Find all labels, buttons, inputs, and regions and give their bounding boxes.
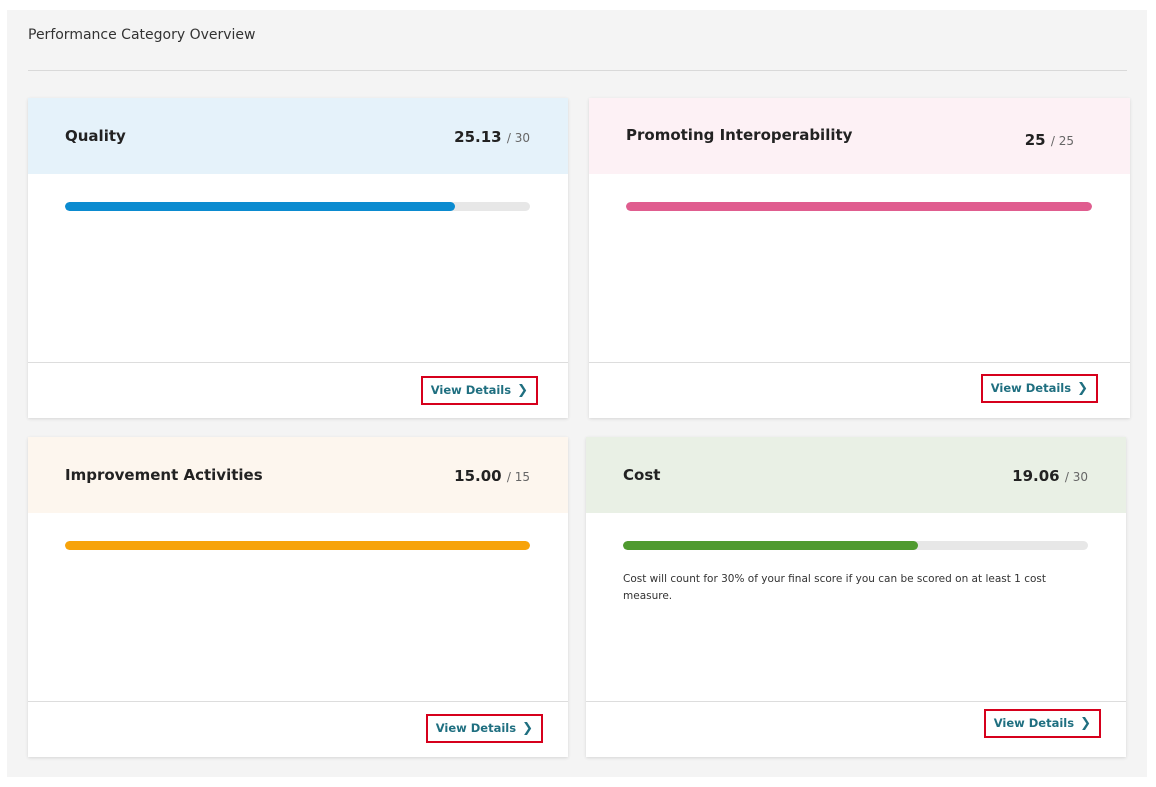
- view-details-label: View Details: [430, 383, 512, 397]
- performance-category-overview-panel: Performance Category Overview Quality 25…: [7, 10, 1147, 777]
- view-details-button[interactable]: View Details ❯: [980, 374, 1098, 403]
- cost-note: Cost will count for 30% of your final sc…: [623, 573, 1046, 602]
- panel-title: Performance Category Overview: [28, 27, 256, 43]
- score-max: / 30: [1064, 470, 1088, 484]
- chevron-right-icon: ❯: [517, 383, 528, 398]
- progress-bar-fill: [626, 202, 1092, 211]
- footer-divider: [589, 362, 1130, 363]
- score-earned: 25: [1024, 131, 1046, 149]
- footer-divider: [586, 701, 1126, 702]
- score-value: 19.06 / 30: [1012, 467, 1088, 485]
- footer-divider: [28, 362, 568, 363]
- card-title: Improvement Activities: [65, 466, 263, 484]
- progress-bar-fill: [623, 541, 919, 550]
- score-max: / 30: [506, 131, 530, 145]
- score-max: / 15: [506, 470, 530, 484]
- improvement-activities-card: Improvement Activities 15.00 / 15 View D…: [28, 437, 568, 757]
- card-header: Quality 25.13 / 30: [28, 98, 568, 174]
- card-title: Quality: [65, 127, 126, 145]
- score-earned: 25.13: [454, 128, 502, 146]
- chevron-right-icon: ❯: [522, 721, 533, 736]
- footer-divider: [28, 701, 568, 702]
- card-header: Improvement Activities 15.00 / 15: [28, 437, 568, 513]
- card-header: Cost 19.06 / 30: [586, 437, 1126, 513]
- progress-bar: [623, 541, 1088, 550]
- view-details-label: View Details: [990, 381, 1072, 395]
- quality-card: Quality 25.13 / 30 View Details ❯: [28, 98, 568, 418]
- view-details-label: View Details: [993, 716, 1075, 730]
- view-details-button[interactable]: View Details ❯: [983, 709, 1101, 738]
- score-earned: 19.06: [1012, 467, 1060, 485]
- progress-bar-fill: [65, 541, 530, 550]
- score-max: / 25: [1050, 134, 1074, 148]
- cost-card: Cost 19.06 / 30 Cost will count for 30% …: [586, 437, 1126, 757]
- view-details-label: View Details: [435, 721, 517, 735]
- view-details-button[interactable]: View Details ❯: [420, 376, 538, 405]
- card-title: Promoting Interoperability: [626, 126, 853, 144]
- promoting-interoperability-card: Promoting Interoperability 25 / 25 View …: [589, 98, 1130, 418]
- card-header: Promoting Interoperability 25 / 25: [589, 98, 1130, 174]
- chevron-right-icon: ❯: [1080, 716, 1091, 731]
- score-earned: 15.00: [454, 467, 502, 485]
- progress-bar: [65, 202, 530, 211]
- title-divider: [28, 70, 1127, 71]
- progress-bar: [65, 541, 530, 550]
- progress-bar-fill: [65, 202, 455, 211]
- score-value: 25.13 / 30: [454, 128, 530, 146]
- progress-bar: [626, 202, 1092, 211]
- score-value: 15.00 / 15: [454, 467, 530, 485]
- view-details-button[interactable]: View Details ❯: [425, 714, 543, 743]
- card-title: Cost: [623, 466, 661, 484]
- score-value: 25 / 25: [1025, 131, 1074, 149]
- chevron-right-icon: ❯: [1077, 381, 1088, 396]
